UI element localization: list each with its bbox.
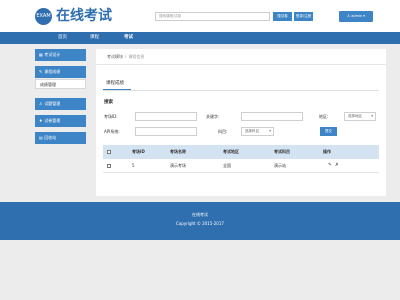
chevron-down-icon: ▾ xyxy=(269,129,271,133)
sidebar-item-paper-management[interactable]: ♦ 试卷管理 xyxy=(35,115,86,127)
sidebar-item-label: 试题管理 xyxy=(44,101,61,106)
chevron-down-icon: ▾ xyxy=(371,114,373,118)
cell-subject: 演示站 xyxy=(274,163,286,168)
sidebar-subitem-score-management[interactable]: 成绩管理 xyxy=(35,79,86,89)
sidebar-item-question-management[interactable]: ♙ 试题管理 xyxy=(35,98,86,110)
delete-icon[interactable]: ✗ xyxy=(335,159,339,173)
breadcrumb-current: 课程信息 xyxy=(128,54,145,59)
user-label: admin ▾ xyxy=(351,14,366,18)
column-header[interactable]: 考场ID xyxy=(132,145,145,159)
footer-copyright: Copyright © 2015-2017 xyxy=(176,221,224,226)
footer-title: 在线考试 xyxy=(192,212,208,217)
sidebar-item-exam-design[interactable]: ▦ 考试设计 xyxy=(35,49,86,61)
submit-button[interactable]: 提交 xyxy=(320,127,337,136)
keyword-input[interactable] xyxy=(241,112,303,121)
divider xyxy=(96,64,386,65)
trash-icon: ▤ xyxy=(39,135,43,140)
search-section-label: 搜索 xyxy=(104,100,113,105)
footer: 在线考试 Copyright © 2015-2017 xyxy=(0,202,400,240)
cell-exam-name: 演示考场 xyxy=(170,163,186,168)
subject-label: 科目: xyxy=(218,129,228,134)
api-id-label: API系统: xyxy=(104,129,120,134)
cell-region: 全国 xyxy=(223,163,231,168)
select-all-checkbox[interactable] xyxy=(107,150,111,154)
region-select-value: 选择地区 xyxy=(348,114,362,118)
user-icon: ♙ xyxy=(39,101,43,106)
sidebar-item-label: 考试设计 xyxy=(44,52,61,57)
login-register-button[interactable]: 登录/注册 xyxy=(294,12,313,21)
top-header: EXAM 在线考试 搜索课程/试卷 搜试卷 登录/注册 ♙ admin ▾ xyxy=(0,0,400,32)
column-header[interactable]: 考试地区 xyxy=(223,145,239,159)
user-menu-button[interactable]: ♙ admin ▾ xyxy=(339,11,373,22)
exam-id-input[interactable] xyxy=(135,112,197,121)
column-header[interactable]: 考试科目 xyxy=(274,145,290,159)
region-select[interactable]: 选择地区 ▾ xyxy=(344,112,376,121)
site-title[interactable]: 在线考试 xyxy=(56,8,112,25)
table-row[interactable]: 5 演示考场 全国 演示站 ✎ ✗ xyxy=(103,159,379,173)
logo-icon[interactable]: EXAM xyxy=(35,8,52,25)
sidebar-item-course-scores[interactable]: ✎ 课程成绩 xyxy=(35,66,86,78)
sidebar-item-label: 课程成绩 xyxy=(44,69,61,74)
nav-exam[interactable]: 考试 xyxy=(124,32,133,44)
sidebar-item-label: 回收站 xyxy=(44,135,57,140)
divider xyxy=(103,90,379,91)
main-nav: 首页 课程 考试 xyxy=(0,32,400,44)
cell-exam-id: 5 xyxy=(132,163,135,168)
subject-select-value: 选择科目 xyxy=(245,129,259,133)
column-header[interactable]: 考场名称 xyxy=(170,145,186,159)
sidebar-item-recycle-bin[interactable]: ▤ 回收站 xyxy=(35,132,86,144)
tab-course-scores[interactable]: 课程成绩 xyxy=(106,80,124,86)
breadcrumb-root[interactable]: 考试模块 xyxy=(107,54,123,59)
nav-home[interactable]: 首页 xyxy=(58,32,67,44)
edit-icon[interactable]: ✎ xyxy=(328,159,332,173)
api-id-input[interactable] xyxy=(135,127,197,136)
breadcrumb: 考试模块 / 课程信息 xyxy=(107,54,144,60)
keyword-label: 关键字: xyxy=(206,114,220,119)
edit-icon: ✎ xyxy=(39,69,43,74)
exam-id-label: 考场ID: xyxy=(104,114,118,119)
subject-select[interactable]: 选择科目 ▾ xyxy=(241,127,274,136)
main-panel: 考试模块 / 课程信息 课程成绩 搜索 考场ID: 关键字: 地区: 选择地区 ▾ … xyxy=(96,49,386,196)
search-input[interactable]: 搜索课程/试卷 xyxy=(155,12,270,21)
folder-icon: ♦ xyxy=(39,118,43,123)
table-header-row: 考场ID 考场名称 考试地区 考试科目 操作 xyxy=(103,145,379,159)
grid-icon: ▦ xyxy=(39,52,43,57)
column-header: 操作 xyxy=(323,149,331,154)
row-checkbox[interactable] xyxy=(107,164,111,168)
sidebar-item-label: 试卷管理 xyxy=(44,118,61,123)
nav-course[interactable]: 课程 xyxy=(90,32,99,44)
search-button[interactable]: 搜试卷 xyxy=(273,12,292,21)
region-label: 地区: xyxy=(319,114,329,119)
